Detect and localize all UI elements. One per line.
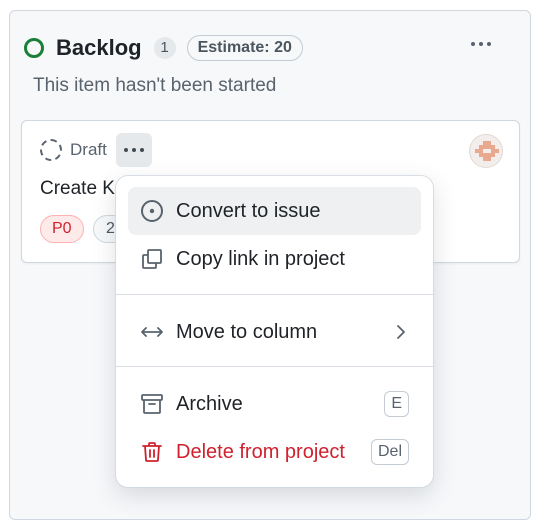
menu-divider [116, 366, 433, 367]
kebab-dot [471, 42, 475, 46]
move-to-column-menu-item[interactable]: Move to column [128, 308, 421, 356]
card-title-link[interactable]: Create K [40, 178, 115, 200]
draft-issue-icon [40, 139, 62, 161]
column-more-options-button[interactable] [460, 30, 502, 58]
kebab-dot [140, 148, 144, 152]
estimate-badge: Estimate: 20 [186, 35, 303, 61]
copy-icon [140, 247, 164, 271]
kebab-dot [124, 148, 128, 152]
shortcut-container: Del [370, 428, 409, 476]
menu-item-label: Delete from project [176, 440, 345, 463]
column-header: Backlog 1 Estimate: 20 [24, 32, 303, 64]
convert-to-issue-menu-item[interactable]: Convert to issue [128, 187, 421, 235]
priority-label: P0 [40, 215, 84, 243]
delete-from-project-menu-item[interactable]: Delete from project Del [128, 428, 421, 476]
avatar[interactable] [469, 134, 503, 168]
shortcut-container: E [384, 380, 409, 428]
delete-shortcut-key: Del [370, 439, 409, 465]
card-more-options-button[interactable] [116, 133, 152, 167]
draft-label: Draft [70, 140, 107, 159]
menu-divider [116, 294, 433, 295]
menu-item-label: Move to column [176, 320, 318, 343]
kebab-dot [479, 42, 483, 46]
archive-shortcut-key: E [384, 391, 409, 417]
menu-item-label: Copy link in project [176, 247, 345, 270]
menu-item-label: Convert to issue [176, 199, 321, 222]
kebab-dot [132, 148, 136, 152]
status-circle-icon [24, 38, 44, 58]
archive-icon [140, 392, 164, 416]
menu-item-label: Archive [176, 392, 243, 415]
card-context-menu: Convert to issue Copy link in project Mo… [116, 176, 433, 487]
column-description: This item hasn't been started [33, 75, 277, 96]
arrow-both-icon [140, 320, 164, 344]
kebab-dot [487, 42, 491, 46]
trash-icon [140, 440, 164, 464]
archive-menu-item[interactable]: Archive E [128, 380, 421, 428]
column-title: Backlog [56, 35, 142, 60]
copy-link-menu-item[interactable]: Copy link in project [128, 235, 421, 283]
issue-opened-icon [140, 199, 164, 223]
chevron-right-icon [393, 308, 409, 356]
item-count-badge: 1 [153, 37, 176, 59]
